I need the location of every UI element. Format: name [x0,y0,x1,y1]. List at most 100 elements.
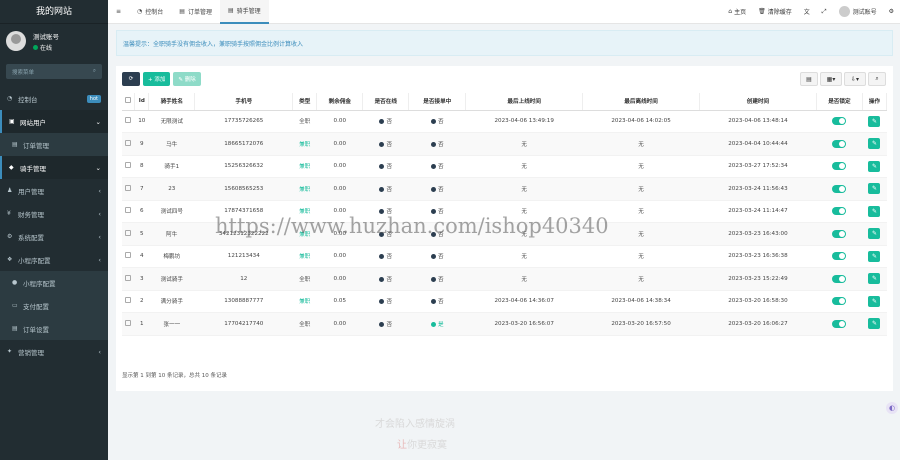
row-checkbox[interactable] [125,207,132,214]
sidebar-item-10[interactable]: ▤ 订单设置 [0,317,108,340]
account-menu[interactable]: 测试账号 [833,6,883,17]
cell-commission: 0.00 [316,245,363,268]
column-header: 手机号 [194,93,294,111]
lock-toggle[interactable] [832,274,847,283]
lock-toggle[interactable] [832,252,847,261]
search-icon: ⌕ [92,68,96,74]
column-header: 类型 [292,93,318,111]
row-checkbox[interactable] [125,297,132,304]
row-checkbox[interactable] [125,162,132,169]
avatar [6,31,26,51]
row-checkbox[interactable] [125,184,132,191]
cell-last-online: 无 [465,155,583,178]
cell-last-offline: 2023-04-06 14:38:34 [582,290,700,313]
lock-toggle[interactable] [832,162,847,171]
sidebar-item-5[interactable]: ¥ 财务管理 ‹ [0,202,108,225]
cell-id: 4 [134,245,149,268]
edit-icon[interactable]: ✎ [868,115,881,127]
toggle-view-icon[interactable]: ▤ [800,72,818,86]
sidebar-item-2[interactable]: ▤ 订单管理 [0,133,108,156]
cell-last-offline: 无 [582,245,700,268]
select-all-checkbox[interactable] [125,97,132,104]
add-button[interactable]: + 添加 [143,72,171,86]
lock-toggle[interactable] [832,184,847,193]
tab-2[interactable]: ▤ 骑手管理 [219,0,269,24]
rider-icon: ◆ [9,164,14,171]
sidebar-item-label: 财务管理 [18,210,44,219]
user-name: 测试账号 [33,32,59,41]
edit-icon[interactable]: ✎ [868,295,881,307]
fullscreen-icon[interactable]: ⤢ [816,8,833,16]
tab-0[interactable]: ◔ 控制台 [129,0,171,24]
column-header[interactable] [122,93,136,111]
sidebar-item-label: 小程序配置 [23,279,56,288]
sidebar-item-6[interactable]: ⚙ 系统配置 ‹ [0,225,108,248]
edit-icon[interactable]: ✎ [868,318,881,330]
edit-icon[interactable]: ✎ [868,138,881,150]
row-checkbox[interactable] [125,117,132,124]
status-dot-icon [430,119,436,125]
lock-toggle[interactable] [832,319,847,328]
lock-toggle[interactable] [832,229,847,238]
cell-phone: 15256326632 [194,155,293,178]
edit-icon[interactable]: ✎ [868,250,881,262]
main-content: 温馨提示：全职骑手没有佣金收入，兼职骑手按照佣金比例计算收入 ⟳ + 添加 ✎ … [116,30,893,391]
lock-toggle[interactable] [832,297,847,306]
home-link[interactable]: ⌂ 主页 [722,7,752,16]
status-dot-icon [430,299,436,305]
search-icon[interactable]: ⌕ [868,72,886,86]
lock-toggle[interactable] [832,207,847,216]
floating-helper-icon[interactable]: ◐ [886,402,898,414]
row-checkbox[interactable] [125,229,132,236]
sidebar-item-7[interactable]: ❖ 小程序配置 ‹ [0,248,108,271]
sidebar-item-0[interactable]: ◔ 控制台 hot [0,87,108,110]
edit-icon[interactable]: ✎ [868,228,881,240]
cell-taking: 否 [408,290,466,313]
sidebar-item-4[interactable]: ♟ 用户管理 ‹ [0,179,108,202]
sidebar-item-11[interactable]: ✦ 营销管理 ‹ [0,340,108,363]
language-icon[interactable]: 文 [798,7,816,16]
status-dot-icon [430,276,436,282]
cell-created: 2023-03-20 16:06:27 [699,312,817,336]
row-checkbox[interactable] [125,319,132,326]
cell-commission: 0.05 [316,290,363,313]
cell-name: 马牛 [148,132,195,156]
row-checkbox[interactable] [125,252,132,259]
cell-type: 兼职 [292,132,317,156]
sidebar-search[interactable]: 搜索菜单 ⌕ [6,64,102,79]
edit-icon[interactable]: ✎ [868,205,881,217]
table-row: 2 满分骑手 13088887777 兼职 0.05 否否 2023-04-06 14:36… [122,290,887,313]
lock-toggle[interactable] [832,139,847,148]
column-header: 是否在线 [362,93,410,111]
edit-icon[interactable]: ✎ [868,160,881,172]
cell-created: 2023-03-24 11:14:47 [699,200,817,223]
cell-created: 2023-04-04 10:44:44 [699,132,817,156]
sidebar-item-9[interactable]: ▭ 支付配置 [0,294,108,317]
cell-commission: 0.00 [316,155,363,178]
delete-button[interactable]: ✎ 删除 [173,72,201,86]
cell-created: 2023-03-27 17:52:34 [699,155,817,178]
edit-icon[interactable]: ✎ [868,183,881,195]
sidebar-item-1[interactable]: ▣ 网站用户 ⌄ [0,110,108,133]
cell-phone: 12 [194,267,293,291]
tab-1[interactable]: ▤ 订单管理 [171,0,220,24]
refresh-button[interactable]: ⟳ [122,72,140,86]
column-header: 最后离线时间 [582,93,701,111]
column-header: 创建时间 [699,93,817,111]
clear-cache-button[interactable]: 🗑 清除缓存 [752,7,798,16]
edit-icon[interactable]: ✎ [868,273,881,285]
status-dot-icon [379,321,385,327]
lock-toggle[interactable] [832,117,847,126]
cell-commission: 0.00 [316,132,363,156]
settings-gear-icon[interactable]: ⚙ [883,8,900,15]
menu-toggle-icon[interactable]: ≡ [108,0,129,24]
market-icon: ✦ [7,348,13,355]
sidebar-item-8[interactable]: ● 小程序配置 [0,271,108,294]
columns-dropdown-icon[interactable]: ▦▾ [820,72,842,86]
export-dropdown-icon[interactable]: ⇩▾ [844,72,866,86]
sidebar-item-3[interactable]: ◆ 骑手管理 ⌄ [0,156,108,179]
list-icon: ▤ [12,325,18,332]
row-checkbox[interactable] [125,139,132,146]
row-checkbox[interactable] [125,274,132,281]
cell-online: 否 [362,155,409,178]
